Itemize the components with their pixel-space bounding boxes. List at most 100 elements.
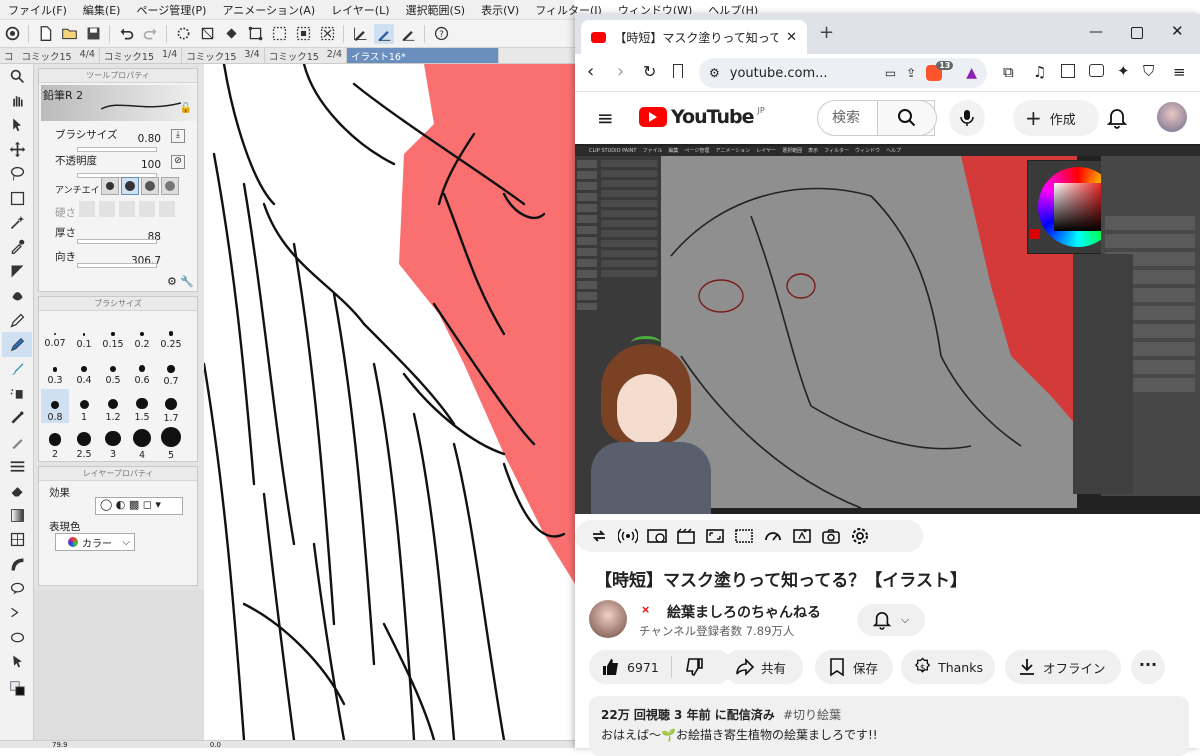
share-button[interactable]: 共有 bbox=[723, 650, 803, 684]
maximize-icon[interactable] bbox=[1131, 27, 1143, 39]
brush-size-option[interactable]: 3 bbox=[99, 425, 127, 460]
correct-line-icon[interactable] bbox=[2, 625, 32, 649]
fill-icon[interactable] bbox=[221, 24, 241, 44]
brush-size-option[interactable]: 1.2 bbox=[99, 389, 127, 423]
settings-gear-icon[interactable] bbox=[850, 526, 870, 546]
search-button[interactable] bbox=[877, 100, 937, 136]
airbrush-icon[interactable] bbox=[2, 381, 32, 405]
antialias-options[interactable] bbox=[101, 177, 179, 195]
reload-icon[interactable]: ↻ bbox=[643, 62, 656, 81]
more-actions-button[interactable]: ··· bbox=[1131, 650, 1165, 684]
brush-size-option[interactable]: 0.8 bbox=[41, 389, 69, 423]
antialias-strong-icon[interactable] bbox=[161, 177, 179, 195]
brush-size-slider[interactable] bbox=[77, 147, 157, 152]
operation-tool-icon[interactable] bbox=[2, 113, 32, 137]
move-layer-icon[interactable] bbox=[2, 137, 32, 161]
hand-tool-icon[interactable] bbox=[2, 88, 32, 112]
direction-slider[interactable] bbox=[77, 263, 157, 268]
ai-enhance-icon[interactable] bbox=[792, 526, 812, 546]
brush-size-option[interactable]: 4 bbox=[128, 425, 156, 461]
doc-tab-active[interactable]: イラスト16* bbox=[347, 48, 500, 63]
youtube-logo[interactable]: YouTube JP bbox=[639, 106, 765, 128]
undo-icon[interactable] bbox=[116, 24, 136, 44]
vpn-shield-icon[interactable]: ⛉ bbox=[1143, 62, 1154, 80]
screenshot-camera-icon[interactable] bbox=[821, 526, 841, 546]
site-settings-icon[interactable]: ⚙ bbox=[709, 66, 720, 80]
brush-size-option[interactable]: 1 bbox=[70, 389, 98, 423]
pressure-icon[interactable]: ⤓ bbox=[171, 129, 185, 143]
brush-size-option[interactable]: 0.4 bbox=[70, 353, 98, 387]
brush-size-value[interactable]: 0.80 bbox=[129, 133, 161, 145]
select-icon[interactable] bbox=[269, 24, 289, 44]
save-icon[interactable] bbox=[83, 24, 103, 44]
loop-icon[interactable] bbox=[589, 526, 609, 546]
sidebar-icon[interactable] bbox=[1061, 64, 1075, 78]
invert-selection-icon[interactable] bbox=[293, 24, 313, 44]
channel-avatar[interactable] bbox=[589, 600, 627, 638]
miniplayer-icon[interactable] bbox=[734, 526, 754, 546]
create-button[interactable]: + 作成 bbox=[1013, 100, 1099, 136]
eyedropper-icon[interactable] bbox=[2, 235, 32, 259]
speed-icon[interactable] bbox=[763, 526, 783, 546]
transform-icon[interactable] bbox=[245, 24, 265, 44]
antialias-none-icon[interactable] bbox=[101, 177, 119, 195]
ruler-icon[interactable] bbox=[2, 454, 32, 478]
brush-icon[interactable] bbox=[2, 357, 32, 381]
magic-wand-icon[interactable] bbox=[2, 210, 32, 234]
new-file-icon[interactable] bbox=[35, 24, 55, 44]
brush-size-option[interactable]: 2.5 bbox=[70, 425, 98, 460]
thickness-slider[interactable] bbox=[77, 239, 157, 244]
cast-icon[interactable]: ▭ bbox=[885, 66, 896, 80]
address-bar[interactable]: ⚙ youtube.com... ▭ ⇪ 13 ▲ bbox=[699, 58, 987, 88]
selection-icon[interactable] bbox=[2, 186, 32, 210]
antialias-weak-icon[interactable] bbox=[121, 177, 139, 195]
brush-size-option[interactable]: 0.07 bbox=[41, 317, 69, 351]
menu-icon[interactable]: ≡ bbox=[1173, 63, 1186, 81]
doc-tab-1[interactable]: ココミック15 4/4 bbox=[0, 48, 100, 63]
brush-size-option[interactable]: 0.15 bbox=[99, 317, 127, 351]
forward-icon[interactable]: › bbox=[617, 61, 624, 82]
thumbs-down-icon[interactable] bbox=[684, 657, 704, 677]
settings-wrench-icon[interactable]: ⚙ 🔧 bbox=[167, 275, 194, 288]
expression-color-select[interactable]: カラー ⌵ bbox=[55, 533, 135, 551]
brave-shield-icon[interactable]: 13 bbox=[926, 61, 954, 81]
drawing-canvas[interactable] bbox=[204, 64, 575, 740]
marker-icon[interactable] bbox=[2, 284, 32, 308]
minimize-icon[interactable]: — bbox=[1089, 24, 1103, 40]
menu-animation[interactable]: アニメーション(A) bbox=[214, 2, 323, 18]
text-line-icon[interactable] bbox=[2, 601, 32, 625]
brush-size-option[interactable]: 0.7 bbox=[157, 353, 185, 387]
close-tab-icon[interactable]: ✕ bbox=[786, 30, 797, 45]
deselect-icon[interactable] bbox=[317, 24, 337, 44]
back-icon[interactable]: ‹ bbox=[587, 61, 594, 82]
opacity-value[interactable]: 100 bbox=[129, 159, 161, 171]
balloon-icon[interactable] bbox=[2, 576, 32, 600]
offline-download-button[interactable]: オフライン bbox=[1005, 650, 1121, 684]
brave-rewards-icon[interactable]: ▲ bbox=[966, 65, 977, 81]
brush-size-option[interactable]: 0.2 bbox=[128, 317, 156, 351]
pen-tool-icon[interactable] bbox=[2, 259, 32, 283]
doc-tab-3[interactable]: コミック15 3/4 bbox=[182, 48, 265, 63]
effect-options[interactable]: ◯ ◐ ▩ ◻ ▾ bbox=[95, 497, 183, 515]
clip-studio-icon[interactable] bbox=[2, 24, 22, 44]
pen-active-icon[interactable] bbox=[374, 23, 394, 44]
lock-icon[interactable]: 🔓 bbox=[180, 103, 192, 114]
menu-selection[interactable]: 選択範囲(S) bbox=[398, 2, 474, 18]
doc-tab-2[interactable]: コミック15 1/4 bbox=[100, 48, 183, 63]
brush-size-option[interactable]: 1.7 bbox=[157, 389, 185, 424]
brush-size-option[interactable]: 0.25 bbox=[157, 317, 185, 351]
theater-mode-icon[interactable] bbox=[705, 526, 725, 546]
redo-icon[interactable] bbox=[140, 24, 160, 44]
color-swatch-icon[interactable] bbox=[2, 674, 32, 704]
music-icon[interactable]: ♫ bbox=[1033, 63, 1046, 81]
clip-icon[interactable] bbox=[676, 526, 696, 546]
hamburger-icon[interactable]: ≡ bbox=[597, 106, 614, 130]
description-box[interactable]: 22万 回視聴 3 年前 に配信済み #切り絵葉 おはえば〜🌱お絵描き寄生植物の… bbox=[589, 696, 1189, 756]
menu-layer[interactable]: レイヤー(L) bbox=[323, 2, 397, 18]
new-tab-button[interactable]: + bbox=[819, 22, 834, 43]
brush-size-option[interactable]: 0.3 bbox=[41, 353, 69, 387]
url-text[interactable]: youtube.com... bbox=[730, 66, 828, 81]
share-icon[interactable]: ⇪ bbox=[906, 66, 916, 80]
channel-name[interactable]: 絵葉ましろのちゃんねる bbox=[667, 602, 821, 622]
pen-pressure-icon[interactable] bbox=[398, 24, 418, 44]
